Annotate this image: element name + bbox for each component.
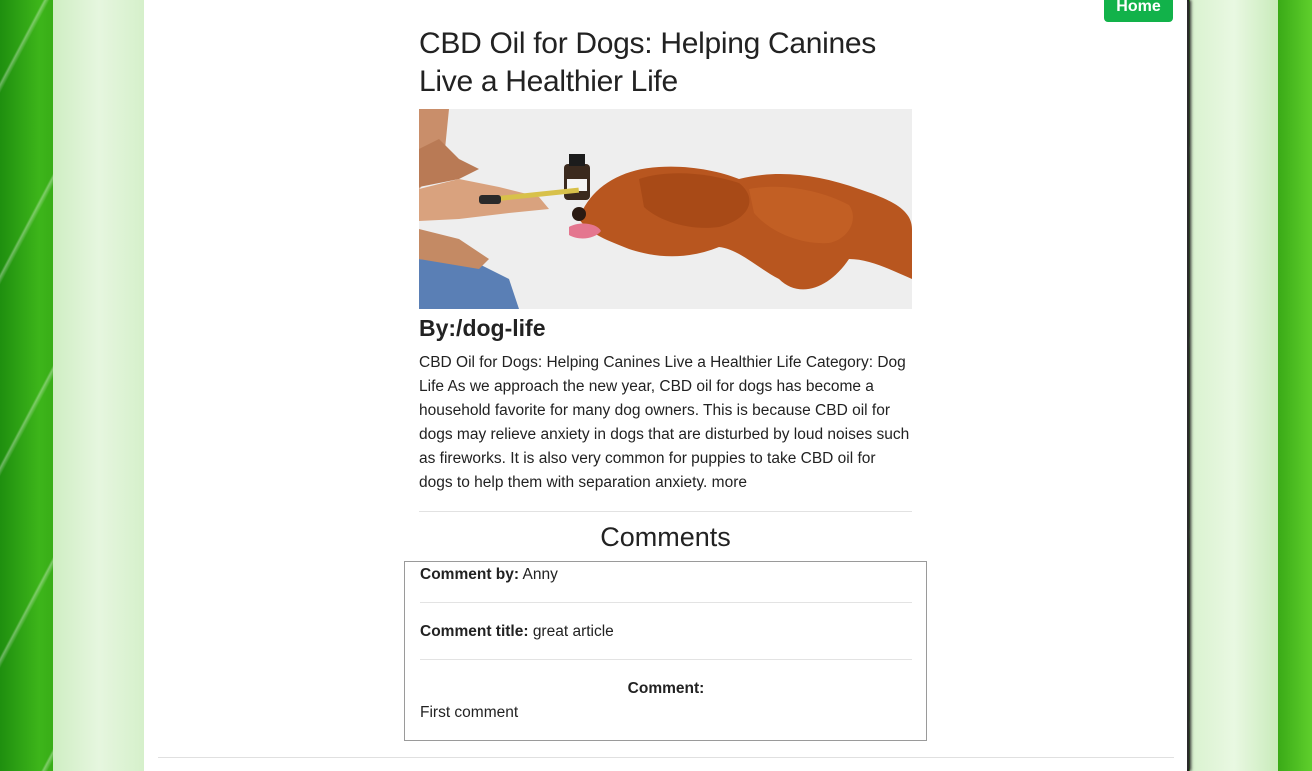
background-leaf-edge	[1278, 0, 1312, 771]
article-hero-image	[419, 109, 912, 309]
article-title: CBD Oil for Dogs: Helping Canines Live a…	[419, 27, 876, 98]
comment-card: Comment by: Anny Comment title: great ar…	[404, 561, 927, 741]
comment-title-label: Comment title:	[420, 623, 529, 640]
article: CBD Oil for Dogs: Helping Canines Live a…	[419, 25, 912, 512]
dog-photo-illustration	[419, 109, 912, 309]
background-leaf-left	[53, 0, 145, 771]
comment-separator	[420, 602, 912, 603]
comment-body-text: First comment	[420, 704, 519, 721]
comment-separator	[420, 659, 912, 660]
article-body-text: CBD Oil for Dogs: Helping Canines Live a…	[419, 354, 910, 491]
article-divider	[419, 511, 912, 512]
comment-title-row: Comment title: great article	[420, 623, 912, 641]
article-byline: By:/dog-life	[419, 315, 546, 341]
background-leaf-right	[1190, 0, 1278, 771]
footer-divider	[158, 757, 1174, 758]
more-link[interactable]: more	[712, 474, 747, 491]
comment-author-label: Comment by:	[420, 566, 520, 583]
comment-body-label: Comment:	[627, 680, 705, 697]
article-body: CBD Oil for Dogs: Helping Canines Live a…	[419, 351, 912, 495]
comments-heading: Comments	[600, 522, 731, 552]
home-button[interactable]: Home	[1104, 0, 1173, 22]
comment-author-value: Anny	[522, 566, 558, 583]
comment-author-row: Comment by: Anny	[420, 566, 912, 584]
comment-title-value: great article	[532, 623, 614, 640]
